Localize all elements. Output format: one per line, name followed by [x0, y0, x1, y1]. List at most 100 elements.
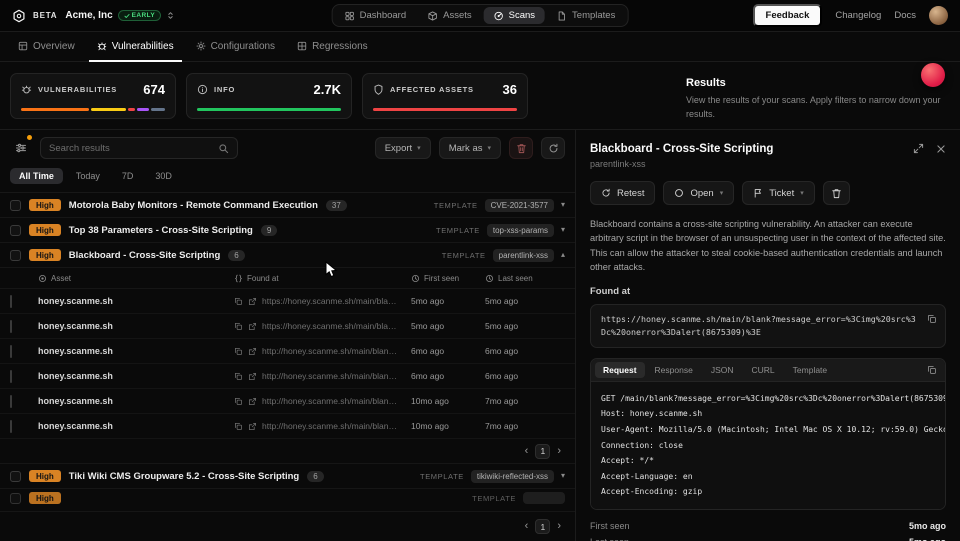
delete-button[interactable] — [509, 137, 533, 159]
time-filter-all-time[interactable]: All Time — [10, 168, 63, 184]
prev-page-icon[interactable]: ‹ — [525, 445, 529, 457]
copy-icon[interactable] — [234, 397, 243, 406]
delete-result-button[interactable] — [822, 181, 850, 205]
target-icon — [39, 274, 46, 282]
tab-response[interactable]: Response — [647, 362, 701, 378]
vulnerability-row-expanded[interactable]: High Blackboard - Cross-Site Scripting 6… — [0, 243, 575, 268]
detail-title: Blackboard - Cross-Site Scripting — [590, 143, 774, 155]
nav-item-dashboard[interactable]: Dashboard — [335, 7, 416, 24]
request-line: Connection: close — [601, 440, 683, 450]
result-row[interactable]: honey.scanme.sh https://honey.scanme.sh/… — [0, 314, 575, 339]
external-link-icon[interactable] — [248, 347, 257, 356]
copy-icon[interactable] — [234, 372, 243, 381]
changelog-link[interactable]: Changelog — [835, 10, 881, 21]
found-at-url[interactable]: http://honey.scanme.sh/main/blank?messag… — [262, 346, 401, 356]
next-page-icon[interactable]: › — [557, 521, 561, 532]
vulnerability-row[interactable]: High Motorola Baby Monitors - Remote Com… — [0, 193, 575, 218]
chevron-up-icon[interactable]: ▴ — [561, 251, 565, 259]
vulnerability-row-partial[interactable]: High TEMPLATE — [0, 489, 575, 507]
external-link-icon[interactable] — [248, 322, 257, 331]
retest-button[interactable]: Retest — [590, 181, 656, 205]
first-seen-value: 5mo ago — [908, 520, 946, 531]
result-row[interactable]: honey.scanme.sh http://honey.scanme.sh/m… — [0, 339, 575, 364]
copy-icon[interactable] — [234, 422, 243, 431]
ticket-button[interactable]: Ticket ▾ — [742, 181, 815, 205]
tab-regressions[interactable]: Regressions — [289, 32, 376, 62]
org-switcher[interactable]: Acme, Inc EARLY — [65, 10, 175, 21]
found-at-url[interactable]: https://honey.scanme.sh/main/blank?messa… — [262, 321, 401, 331]
page-number[interactable]: 1 — [535, 519, 551, 534]
docs-link[interactable]: Docs — [894, 10, 916, 21]
found-at-url[interactable]: http://honey.scanme.sh/main/blank?messag… — [262, 396, 401, 406]
row-checkbox[interactable] — [10, 199, 21, 211]
row-checkbox[interactable] — [10, 319, 12, 333]
result-row[interactable]: honey.scanme.sh http://honey.scanme.sh/m… — [0, 389, 575, 414]
external-link-icon[interactable] — [248, 372, 257, 381]
result-row[interactable]: honey.scanme.sh http://honey.scanme.sh/m… — [0, 414, 575, 439]
external-link-icon[interactable] — [248, 422, 257, 431]
row-checkbox[interactable] — [10, 394, 12, 408]
found-at-url[interactable]: http://honey.scanme.sh/main/blank?messag… — [262, 421, 401, 431]
tab-curl[interactable]: CURL — [744, 362, 783, 378]
expand-icon[interactable] — [913, 143, 924, 154]
tab-template[interactable]: Template — [785, 362, 836, 378]
user-avatar[interactable] — [929, 6, 948, 25]
found-at-url[interactable]: http://honey.scanme.sh/main/blank?messag… — [262, 371, 401, 381]
copy-icon[interactable] — [234, 297, 243, 306]
export-button[interactable]: Export ▾ — [374, 137, 431, 159]
copy-icon[interactable] — [927, 314, 937, 324]
copy-icon[interactable] — [234, 347, 243, 356]
chevron-down-icon[interactable]: ▾ — [561, 201, 565, 209]
open-status-button[interactable]: Open ▾ — [663, 181, 735, 205]
tab-vulnerabilities[interactable]: Vulnerabilities — [88, 32, 182, 62]
prev-page-icon[interactable]: ‹ — [525, 521, 529, 532]
time-filter-today[interactable]: Today — [67, 168, 109, 184]
row-checkbox[interactable] — [10, 419, 12, 433]
external-link-icon[interactable] — [248, 397, 257, 406]
nav-item-templates[interactable]: Templates — [547, 7, 625, 24]
tab-configurations[interactable]: Configurations — [188, 32, 283, 62]
column-header-asset[interactable]: Asset — [51, 274, 71, 283]
tab-overview[interactable]: Overview — [10, 32, 83, 62]
row-checkbox[interactable] — [10, 470, 21, 482]
column-header-first-seen[interactable]: First seen — [424, 274, 459, 283]
next-page-icon[interactable]: › — [557, 445, 561, 457]
chevron-down-icon[interactable]: ▾ — [561, 472, 565, 480]
result-row[interactable]: honey.scanme.sh https://honey.scanme.sh/… — [0, 289, 575, 314]
result-row[interactable]: honey.scanme.sh http://honey.scanme.sh/m… — [0, 364, 575, 389]
support-launcher-button[interactable] — [921, 63, 945, 87]
asset-name: honey.scanme.sh — [38, 346, 113, 356]
row-checkbox[interactable] — [10, 249, 21, 261]
vulnerability-row[interactable]: High Tiki Wiki CMS Groupware 5.2 - Cross… — [0, 464, 575, 489]
request-code[interactable]: GET /main/blank?message_error=%3Cimg%20s… — [591, 381, 945, 509]
found-at-url[interactable]: https://honey.scanme.sh/main/blank?messa… — [262, 296, 401, 306]
row-checkbox[interactable] — [10, 224, 21, 236]
column-header-found-at[interactable]: Found at — [247, 274, 279, 283]
filter-button[interactable] — [10, 135, 32, 159]
list-pagination: ‹ 1 › — [0, 511, 575, 541]
row-checkbox[interactable] — [10, 294, 12, 308]
row-checkbox[interactable] — [10, 369, 12, 383]
copy-icon[interactable] — [927, 365, 937, 375]
close-icon[interactable] — [936, 144, 946, 154]
copy-icon[interactable] — [234, 322, 243, 331]
external-link-icon[interactable] — [248, 297, 257, 306]
nav-item-assets[interactable]: Assets — [418, 7, 482, 24]
tab-json[interactable]: JSON — [703, 362, 742, 378]
time-filter-30d[interactable]: 30D — [146, 168, 181, 184]
tab-request[interactable]: Request — [595, 361, 645, 378]
page-number[interactable]: 1 — [535, 443, 551, 459]
chevron-down-icon[interactable]: ▾ — [561, 226, 565, 234]
found-at-url[interactable]: https://honey.scanme.sh/main/blank?messa… — [601, 314, 916, 337]
last-seen-label: Last seen — [590, 537, 629, 541]
search-input[interactable] — [49, 142, 218, 154]
nav-item-scans[interactable]: Scans — [483, 7, 546, 24]
vulnerability-row[interactable]: High Top 38 Parameters - Cross-Site Scri… — [0, 218, 575, 243]
feedback-button[interactable]: Feedback — [752, 4, 823, 27]
row-checkbox[interactable] — [10, 492, 21, 504]
mark-as-button[interactable]: Mark as ▾ — [438, 137, 501, 159]
column-header-last-seen[interactable]: Last seen — [498, 274, 533, 283]
row-checkbox[interactable] — [10, 344, 12, 358]
refresh-button[interactable] — [541, 137, 565, 159]
time-filter-7d[interactable]: 7D — [113, 168, 143, 184]
